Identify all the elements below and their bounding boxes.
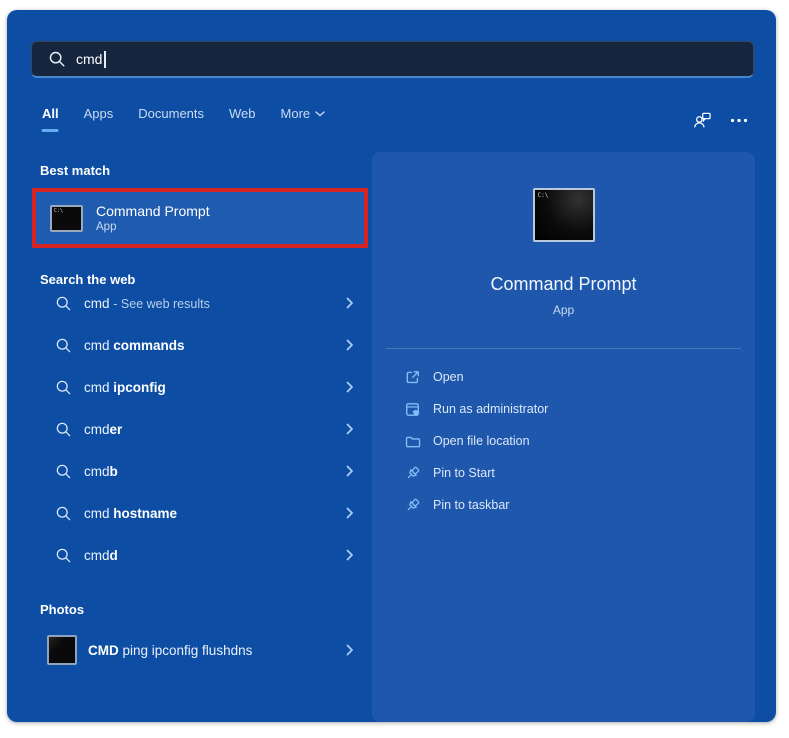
chevron-right-icon [346, 465, 354, 477]
suggestion-row[interactable]: cmdd [33, 534, 368, 576]
chevron-down-icon [315, 111, 325, 117]
best-match-result[interactable]: C:\ Command Prompt App [32, 188, 368, 248]
cmd-window-icon: C:\ [50, 205, 83, 232]
best-match-label: Best match [40, 163, 110, 178]
chevron-right-icon [346, 507, 354, 519]
action-open-file-location[interactable]: Open file location [372, 425, 755, 457]
tab-more[interactable]: More [281, 106, 326, 132]
tab-all[interactable]: All [42, 106, 59, 132]
search-icon [55, 337, 72, 354]
search-icon [55, 379, 72, 396]
chevron-right-icon [346, 644, 354, 656]
tab-web[interactable]: Web [229, 106, 256, 132]
preview-title: Command Prompt [372, 274, 755, 295]
photo-thumbnail [47, 635, 77, 665]
result-title: Command Prompt [96, 203, 210, 219]
preview-subtitle: App [372, 303, 755, 317]
search-icon [55, 421, 72, 438]
photos-label: Photos [40, 602, 84, 617]
result-subtitle: App [96, 221, 210, 233]
chevron-right-icon [346, 339, 354, 351]
folder-icon [404, 433, 421, 450]
account-feedback-icon[interactable] [692, 110, 713, 131]
tab-apps[interactable]: Apps [84, 106, 114, 132]
search-flyout-window: cmd All Apps Documents Web More [7, 10, 776, 722]
suggestion-row[interactable]: cmdb [33, 450, 368, 492]
suggestion-row[interactable]: cmder [33, 408, 368, 450]
action-list: Open Run as administrator Open file loca… [372, 361, 755, 521]
action-pin-to-taskbar[interactable]: Pin to taskbar [372, 489, 755, 521]
chevron-right-icon [346, 297, 354, 309]
search-icon [55, 547, 72, 564]
search-icon [55, 295, 72, 312]
pin-icon [404, 465, 421, 482]
more-options-icon[interactable] [730, 118, 748, 123]
search-icon [48, 50, 66, 68]
divider [386, 348, 741, 349]
search-input[interactable]: cmd [31, 41, 754, 78]
action-run-as-administrator[interactable]: Run as administrator [372, 393, 755, 425]
search-icon [55, 463, 72, 480]
run-admin-icon [404, 401, 421, 418]
tab-documents[interactable]: Documents [138, 106, 204, 132]
header-icons [692, 110, 748, 131]
chevron-right-icon [346, 549, 354, 561]
preview-panel: C:\ Command Prompt App Open Run as ad [372, 152, 755, 722]
suggestion-row[interactable]: cmd - See web results [33, 282, 368, 324]
text-caret [104, 51, 106, 68]
filter-tabs: All Apps Documents Web More [42, 106, 325, 132]
active-tab-underline [42, 129, 59, 132]
pin-icon [404, 497, 421, 514]
chevron-right-icon [346, 381, 354, 393]
open-icon [404, 369, 421, 386]
search-query-text: cmd [76, 51, 102, 67]
suggestion-row[interactable]: cmd ipconfig [33, 366, 368, 408]
search-icon [55, 505, 72, 522]
chevron-right-icon [346, 423, 354, 435]
web-suggestions: cmd - See web results cmd commands cmd i… [33, 282, 368, 576]
suggestion-row[interactable]: cmd commands [33, 324, 368, 366]
action-open[interactable]: Open [372, 361, 755, 393]
cmd-window-icon: C:\ [533, 188, 595, 242]
suggestion-row[interactable]: cmd hostname [33, 492, 368, 534]
action-pin-to-start[interactable]: Pin to Start [372, 457, 755, 489]
photo-result[interactable]: CMD ping ipconfig flushdns [33, 628, 368, 672]
